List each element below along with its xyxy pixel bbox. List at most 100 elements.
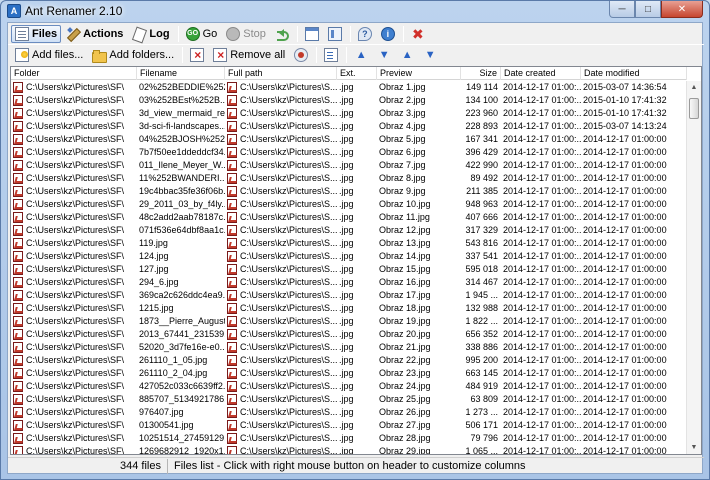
undo-button[interactable] bbox=[271, 25, 293, 43]
cell-size: 1 822 ... bbox=[465, 316, 498, 326]
files-list[interactable]: Folder Filename Full path Ext. Preview S… bbox=[10, 66, 702, 455]
cell-fullpath: C:\Users\kz\Pictures\S... bbox=[225, 367, 337, 380]
move-up-button[interactable]: ▲ bbox=[350, 46, 372, 64]
cell-size: 656 352 bbox=[465, 329, 498, 339]
cell-filename: 127.jpg bbox=[139, 264, 169, 274]
column-header-created[interactable]: Date created bbox=[501, 67, 581, 80]
stop-button[interactable]: Stop bbox=[222, 25, 270, 43]
table-row[interactable]: C:\Users\kz\Pictures\SF\ 124.jpg C:\Users\… bbox=[11, 250, 687, 263]
table-row[interactable]: C:\Users\kz\Pictures\SF\ 01300541.jpg C:\U… bbox=[11, 419, 687, 432]
cell-fullpath: C:\Users\kz\Pictures\S... bbox=[225, 276, 337, 289]
cell-modified: 2014-12-17 01:00:00 bbox=[583, 355, 667, 365]
table-row[interactable]: C:\Users\kz\Pictures\SF\ 2013_67441_23153… bbox=[11, 328, 687, 341]
column-header-size[interactable]: Size bbox=[461, 67, 501, 80]
vertical-scrollbar[interactable]: ▲ ▼ bbox=[686, 81, 701, 454]
properties-button[interactable] bbox=[320, 46, 342, 64]
table-row[interactable]: C:\Users\kz\Pictures\SF\ 02%252BEDDIE%252… bbox=[11, 81, 687, 94]
cell-filename: 369ca2c626ddc4ea9... bbox=[139, 290, 225, 300]
cell-text: C:\Users\kz\Pictures\S... bbox=[240, 303, 337, 313]
remove-selected-button[interactable] bbox=[186, 46, 208, 64]
column-header-filename[interactable]: Filename bbox=[137, 67, 225, 80]
cell-filename: 1215.jpg bbox=[139, 303, 174, 313]
move-bottom-button[interactable]: ▼ bbox=[419, 46, 441, 64]
cell-text: C:\Users\kz\Pictures\S... bbox=[240, 82, 337, 92]
scroll-down-icon[interactable]: ▼ bbox=[687, 441, 701, 454]
table-row[interactable]: C:\Users\kz\Pictures\SF\ 369ca2c626ddc4ea… bbox=[11, 289, 687, 302]
maximize-button[interactable]: □ bbox=[635, 1, 661, 18]
table-row[interactable]: C:\Users\kz\Pictures\SF\ 071f536e64dbf8aa… bbox=[11, 224, 687, 237]
exit-button[interactable]: ✖ bbox=[407, 25, 429, 43]
remove-icon bbox=[190, 47, 205, 62]
table-row[interactable]: C:\Users\kz\Pictures\SF\ 1873__Pierre_Aug… bbox=[11, 315, 687, 328]
table-row[interactable]: C:\Users\kz\Pictures\SF\ 427052c033c6639f… bbox=[11, 380, 687, 393]
table-row[interactable]: C:\Users\kz\Pictures\SF\ 11%252BWANDERI..… bbox=[11, 172, 687, 185]
table-row[interactable]: C:\Users\kz\Pictures\SF\ 19c4bbac35fe36f0… bbox=[11, 185, 687, 198]
table-row[interactable]: C:\Users\kz\Pictures\SF\ 011_Ilene_Meyer_… bbox=[11, 159, 687, 172]
table-row[interactable]: C:\Users\kz\Pictures\SF\ 3d-sci-fi-landsc… bbox=[11, 120, 687, 133]
refresh-button[interactable] bbox=[290, 46, 312, 64]
remove-all-button[interactable]: Remove all bbox=[209, 46, 289, 64]
table-row[interactable]: C:\Users\kz\Pictures\SF\ 1215.jpg C:\Users… bbox=[11, 302, 687, 315]
move-down-button[interactable]: ▼ bbox=[373, 46, 395, 64]
cell-text: C:\Users\kz\Pictures\S... bbox=[240, 225, 337, 235]
table-row[interactable]: C:\Users\kz\Pictures\SF\ 294_6.jpg C:\User… bbox=[11, 276, 687, 289]
table-row[interactable]: C:\Users\kz\Pictures\SF\ 1269682912_1920x… bbox=[11, 445, 687, 454]
close-button[interactable]: ✕ bbox=[661, 1, 703, 18]
cell-size: 407 666 bbox=[465, 212, 498, 222]
cell-preview: Obraz 2.jpg bbox=[379, 95, 426, 105]
table-row[interactable]: C:\Users\kz\Pictures\SF\ 7b7f50ee1ddeddcf… bbox=[11, 146, 687, 159]
title-bar[interactable]: A Ant Renamer 2.10 ─ □ ✕ bbox=[1, 1, 709, 21]
move-top-button[interactable]: ▲ bbox=[396, 46, 418, 64]
table-row[interactable]: C:\Users\kz\Pictures\SF\ 52020_3d7fe16e-e… bbox=[11, 341, 687, 354]
table-row[interactable]: C:\Users\kz\Pictures\SF\ 119.jpg C:\Users\… bbox=[11, 237, 687, 250]
file-icon bbox=[13, 446, 23, 454]
cell-created: 2014-12-17 01:00:... bbox=[503, 121, 581, 131]
file-icon bbox=[13, 160, 23, 171]
table-row[interactable]: C:\Users\kz\Pictures\SF\ 48c2add2aab78187… bbox=[11, 211, 687, 224]
table-row[interactable]: C:\Users\kz\Pictures\SF\ 04%252BJOSH%252.… bbox=[11, 133, 687, 146]
files-tab-button[interactable]: Files bbox=[11, 25, 62, 43]
cell-text: C:\Users\kz\Pictures\SF\ bbox=[26, 121, 125, 131]
add-folders-button[interactable]: Add folders... bbox=[88, 46, 178, 64]
table-row[interactable]: C:\Users\kz\Pictures\SF\ 10251514_2745912… bbox=[11, 432, 687, 445]
table-row[interactable]: C:\Users\kz\Pictures\SF\ 261110_1_05.jpg C… bbox=[11, 354, 687, 367]
app-window: A Ant Renamer 2.10 ─ □ ✕ Files Actions L… bbox=[0, 0, 710, 480]
help-button[interactable]: ? bbox=[354, 25, 376, 43]
about-button[interactable]: i bbox=[377, 25, 399, 43]
go-button[interactable]: GO Go bbox=[182, 25, 222, 43]
table-row[interactable]: C:\Users\kz\Pictures\SF\ 03%252BEst%252B.… bbox=[11, 94, 687, 107]
cell-modified: 2014-12-17 01:00:00 bbox=[583, 134, 667, 144]
cell-preview: Obraz 28.jpg bbox=[379, 433, 431, 443]
cell-ext: .jpg bbox=[339, 368, 354, 378]
panel-button[interactable] bbox=[324, 25, 346, 43]
table-row[interactable]: C:\Users\kz\Pictures\SF\ 976407.jpg C:\Use… bbox=[11, 406, 687, 419]
add-files-button[interactable]: Add files... bbox=[11, 46, 87, 64]
cell-text: C:\Users\kz\Pictures\S... bbox=[240, 212, 337, 222]
table-row[interactable]: C:\Users\kz\Pictures\SF\ 261110_2_04.jpg C… bbox=[11, 367, 687, 380]
column-header-modified[interactable]: Date modified bbox=[581, 67, 687, 80]
log-tab-button[interactable]: Log bbox=[128, 25, 173, 43]
table-row[interactable]: C:\Users\kz\Pictures\SF\ 29_2011_03_by_f4… bbox=[11, 198, 687, 211]
column-header-fullpath[interactable]: Full path bbox=[225, 67, 337, 80]
cell-modified: 2014-12-17 01:00:00 bbox=[583, 433, 667, 443]
cell-ext: .jpg bbox=[339, 342, 354, 352]
files-list-header[interactable]: Folder Filename Full path Ext. Preview S… bbox=[11, 67, 687, 80]
cell-text: C:\Users\kz\Pictures\SF\ bbox=[26, 199, 125, 209]
cell-ext: .jpg bbox=[339, 238, 354, 248]
window-mode-button[interactable] bbox=[301, 25, 323, 43]
column-header-preview[interactable]: Preview bbox=[377, 67, 461, 80]
actions-tab-button[interactable]: Actions bbox=[62, 25, 127, 43]
table-row[interactable]: C:\Users\kz\Pictures\SF\ 885707_513492178… bbox=[11, 393, 687, 406]
scroll-up-icon[interactable]: ▲ bbox=[687, 81, 701, 95]
column-header-ext[interactable]: Ext. bbox=[337, 67, 377, 80]
table-row[interactable]: C:\Users\kz\Pictures\SF\ 3d_view_mermaid_… bbox=[11, 107, 687, 120]
minimize-button[interactable]: ─ bbox=[609, 1, 635, 18]
cell-size: 543 816 bbox=[465, 238, 498, 248]
cell-size: 211 385 bbox=[466, 186, 498, 196]
cell-text: C:\Users\kz\Pictures\SF\ bbox=[26, 368, 125, 378]
cell-modified: 2014-12-17 01:00:00 bbox=[583, 251, 667, 261]
column-header-folder[interactable]: Folder bbox=[11, 67, 137, 80]
table-row[interactable]: C:\Users\kz\Pictures\SF\ 127.jpg C:\Users\… bbox=[11, 263, 687, 276]
file-icon bbox=[13, 433, 23, 444]
scrollbar-thumb[interactable] bbox=[689, 98, 699, 119]
